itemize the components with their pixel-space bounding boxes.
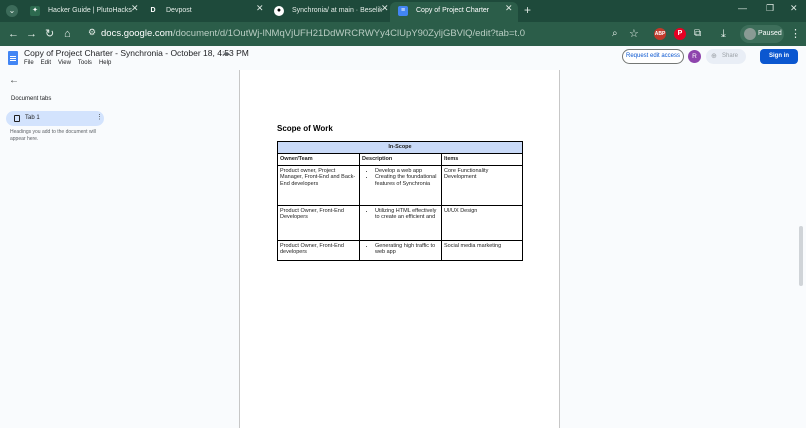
- close-window-icon[interactable]: ✕: [790, 3, 798, 14]
- close-tab-icon[interactable]: ✕: [256, 3, 264, 14]
- profile-avatar: [744, 28, 756, 40]
- close-tab-icon[interactable]: ✕: [505, 3, 513, 14]
- outline-hint: Headings you add to the document will ap…: [10, 129, 96, 142]
- more-options-icon[interactable]: ⋮: [96, 113, 103, 121]
- tab-title: Copy of Project Charter - Synch: [416, 7, 490, 14]
- site-info-icon[interactable]: ⚙: [88, 27, 96, 38]
- profile-paused-button[interactable]: Paused: [740, 25, 784, 43]
- document-tabs-heading: Document tabs: [11, 96, 52, 102]
- zoom-icon[interactable]: ⌕: [612, 27, 618, 41]
- document-icon: [14, 115, 20, 122]
- browser-toolbar: ← → ↻ ⌂ ⚙ docs.google.com/document/d/1Ou…: [0, 22, 806, 46]
- table-row: Product Owner, Front-End developers Gene…: [277, 240, 523, 261]
- bookmark-star-icon[interactable]: ☆: [629, 27, 639, 41]
- tab-title: Synchronia/ at main · Beselik/Sy: [292, 7, 382, 14]
- document-tab-1[interactable]: Tab 1 ⋮: [6, 111, 104, 126]
- header-items: Items: [441, 153, 523, 166]
- browser-tab-github[interactable]: ● Synchronia/ at main · Beselik/Sy: [266, 2, 382, 22]
- share-button[interactable]: ⊕ Share: [706, 49, 746, 64]
- browser-tab-strip: ⌄ ✦ Hacker Guide | PlutoHacks ✕ D Devpos…: [0, 0, 806, 22]
- cell-items: Core Functionality Development: [441, 165, 523, 206]
- restore-icon[interactable]: ❐: [766, 3, 774, 14]
- plutohacks-icon: ✦: [30, 6, 40, 16]
- devpost-icon: D: [150, 7, 156, 14]
- cell-items: Social media marketing: [441, 240, 523, 261]
- url-host: docs.google.com: [101, 28, 173, 39]
- url-path: /document/d/1OutWj-lNMqVjUFH21DdWRCRWYy4…: [172, 28, 526, 39]
- menu-view[interactable]: View: [58, 60, 71, 66]
- github-icon: ●: [274, 6, 284, 16]
- tab-1-label: Tab 1: [25, 115, 40, 121]
- description-bullet: Generating high traffic to web app: [375, 243, 439, 256]
- pinterest-icon[interactable]: P: [674, 28, 686, 40]
- home-icon[interactable]: ⌂: [64, 27, 71, 41]
- description-bullet: Creating the foundational features of Sy…: [375, 174, 439, 187]
- close-tab-icon[interactable]: ✕: [381, 3, 389, 14]
- menu-bar: File Edit View Tools Help: [24, 60, 118, 66]
- header-description: Description: [359, 153, 442, 166]
- table-row: Product owner, Project Manager, Front-En…: [277, 165, 523, 206]
- back-arrow-icon[interactable]: ←: [9, 75, 19, 86]
- tab-search-icon[interactable]: ⌄: [6, 5, 18, 17]
- extensions-icon[interactable]: ⧉: [694, 27, 701, 41]
- docs-logo-icon[interactable]: [8, 51, 18, 65]
- cell-description: Generating high traffic to web app: [359, 240, 442, 261]
- browser-tab-docs-active[interactable]: ≡ Copy of Project Charter - Synch: [390, 2, 518, 22]
- docs-header: Copy of Project Charter - Synchronia - O…: [0, 46, 806, 70]
- browser-tab-plutohacks[interactable]: ✦ Hacker Guide | PlutoHacks: [22, 2, 146, 22]
- cloud-status-icon[interactable]: ☁: [222, 48, 230, 57]
- forward-icon[interactable]: →: [26, 27, 37, 41]
- new-tab-button[interactable]: +: [524, 3, 531, 17]
- docs-icon: ≡: [398, 6, 408, 16]
- cell-description: Utilizing HTML effectively to create an …: [359, 205, 442, 241]
- cell-description: Develop a web app Creating the foundatio…: [359, 165, 442, 206]
- table-row: Product Owner, Front-End Developers Util…: [277, 205, 523, 241]
- browser-menu-icon[interactable]: ⋮: [790, 27, 801, 41]
- paused-label: Paused: [758, 30, 782, 37]
- request-edit-access-button[interactable]: Request edit access: [622, 49, 684, 64]
- browser-tab-devpost[interactable]: D Devpost: [140, 2, 264, 22]
- menu-help[interactable]: Help: [99, 60, 111, 66]
- menu-edit[interactable]: Edit: [41, 60, 51, 66]
- adblock-icon[interactable]: ABP: [654, 28, 666, 40]
- vertical-scrollbar[interactable]: [799, 226, 803, 286]
- minimize-icon[interactable]: —: [738, 3, 747, 13]
- url-text: docs.google.com/document/d/1OutWj-lNMqVj…: [101, 28, 525, 39]
- description-bullet: Utilizing HTML effectively to create an …: [375, 208, 439, 221]
- section-title: Scope of Work: [277, 124, 333, 133]
- cell-owner: Product owner, Project Manager, Front-En…: [277, 165, 360, 206]
- sign-in-button[interactable]: Sign in: [760, 49, 798, 64]
- address-bar[interactable]: ⚙ docs.google.com/document/d/1OutWj-lNMq…: [84, 25, 600, 43]
- back-icon[interactable]: ←: [8, 27, 19, 41]
- reload-icon[interactable]: ↻: [45, 27, 54, 41]
- scope-table: In-Scope Owner/Team Description Items Pr…: [277, 141, 523, 261]
- menu-tools[interactable]: Tools: [78, 60, 92, 66]
- cell-items: UI/UX Design: [441, 205, 523, 241]
- header-owner: Owner/Team: [277, 153, 360, 166]
- menu-file[interactable]: File: [24, 60, 34, 66]
- close-tab-icon[interactable]: ✕: [131, 3, 139, 14]
- cell-owner: Product Owner, Front-End Developers: [277, 205, 360, 241]
- share-label: Share: [722, 53, 739, 59]
- globe-icon: ⊕: [711, 53, 717, 60]
- document-title[interactable]: Copy of Project Charter - Synchronia - O…: [24, 48, 249, 58]
- user-avatar[interactable]: R: [688, 50, 701, 63]
- tab-title: Devpost: [166, 7, 192, 14]
- downloads-icon[interactable]: ⤓: [721, 27, 726, 41]
- cell-owner: Product Owner, Front-End developers: [277, 240, 360, 261]
- table-caption: In-Scope: [277, 141, 523, 154]
